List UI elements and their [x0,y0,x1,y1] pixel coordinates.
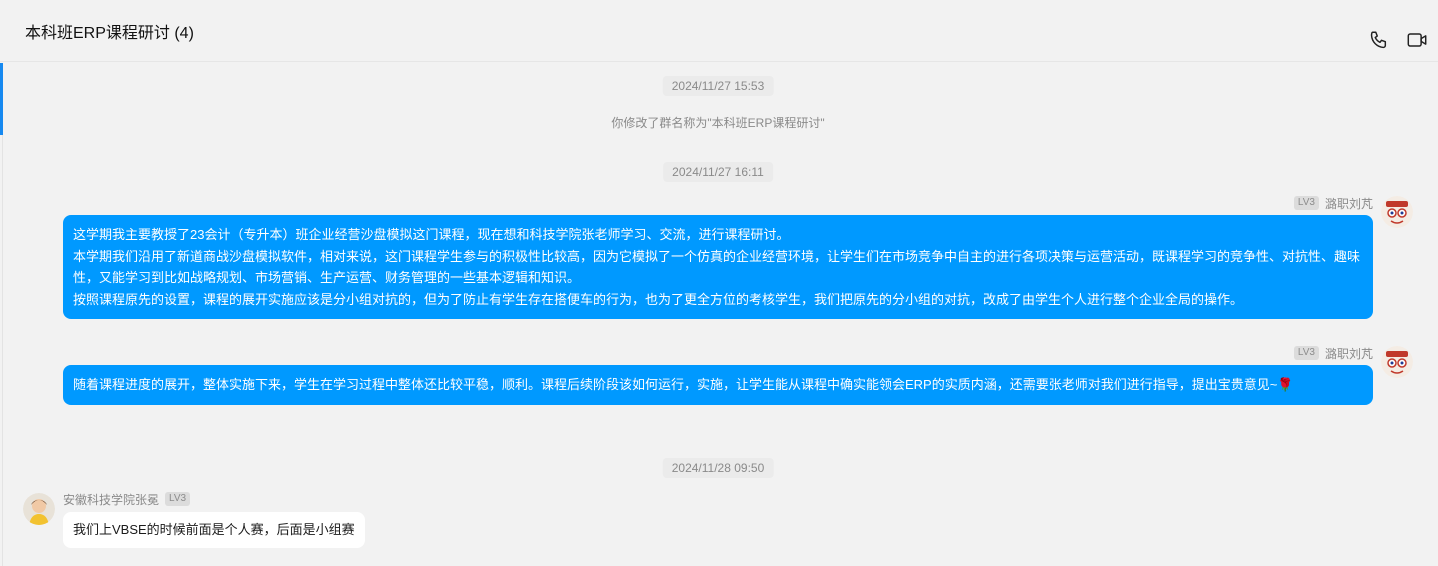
chat-title[interactable]: 本科班ERP课程研讨 (4) [25,19,194,43]
avatar[interactable] [23,493,55,525]
message-bubble-outgoing[interactable]: 随着课程进度的展开，整体实施下来，学生在学习过程中整体还比较平稳，顺利。课程后续… [63,365,1373,405]
timestamp: 2024/11/27 16:11 [663,162,773,182]
left-divider [2,135,3,566]
level-badge: LV3 [165,492,191,506]
left-selection-accent [0,63,3,135]
video-call-icon[interactable] [1406,29,1428,51]
phone-icon[interactable] [1368,29,1390,51]
message-text: 随着课程进度的展开，整体实施下来，学生在学习过程中整体还比较平稳，顺利。课程后续… [73,377,1294,392]
chat-header: 本科班ERP课程研讨 (4) [0,0,1438,62]
sender-name[interactable]: 潞职刘芃 [1325,195,1373,212]
message-bubble-outgoing[interactable]: 这学期我主要教授了23会计（专升本）班企业经营沙盘模拟这门课程，现在想和科技学院… [63,215,1373,319]
message-text-line: 本学期我们沿用了新道商战沙盘模拟软件，相对来说，这门课程学生参与的积极性比较高，… [73,248,1361,286]
avatar[interactable] [1381,196,1413,228]
timestamp: 2024/11/27 15:53 [662,76,774,96]
avatar[interactable] [1381,346,1413,378]
message-bubble-incoming[interactable]: 我们上VBSE的时候前面是个人赛，后面是小组赛 [63,512,365,548]
message-text-line: 这学期我主要教授了23会计（专升本）班企业经营沙盘模拟这门课程，现在想和科技学院… [73,227,790,242]
message-meta: 安徽科技学院张冕 LV3 [63,491,191,508]
level-badge: LV3 [1293,346,1319,360]
system-notice: 你修改了群名称为"本科班ERP课程研讨" [611,116,825,130]
message-text-line: 按照课程原先的设置，课程的展开实施应该是分小组对抗的，但为了防止有学生存在搭便车… [73,291,1244,307]
message-meta: LV3 潞职刘芃 [1293,195,1373,212]
rose-emoji: 🌹 [1277,377,1294,392]
message-meta: LV3 潞职刘芃 [1293,345,1373,362]
sender-name[interactable]: 潞职刘芃 [1325,345,1373,362]
timestamp: 2024/11/28 09:50 [662,458,774,478]
sender-name[interactable]: 安徽科技学院张冕 [63,491,159,508]
level-badge: LV3 [1293,196,1319,210]
